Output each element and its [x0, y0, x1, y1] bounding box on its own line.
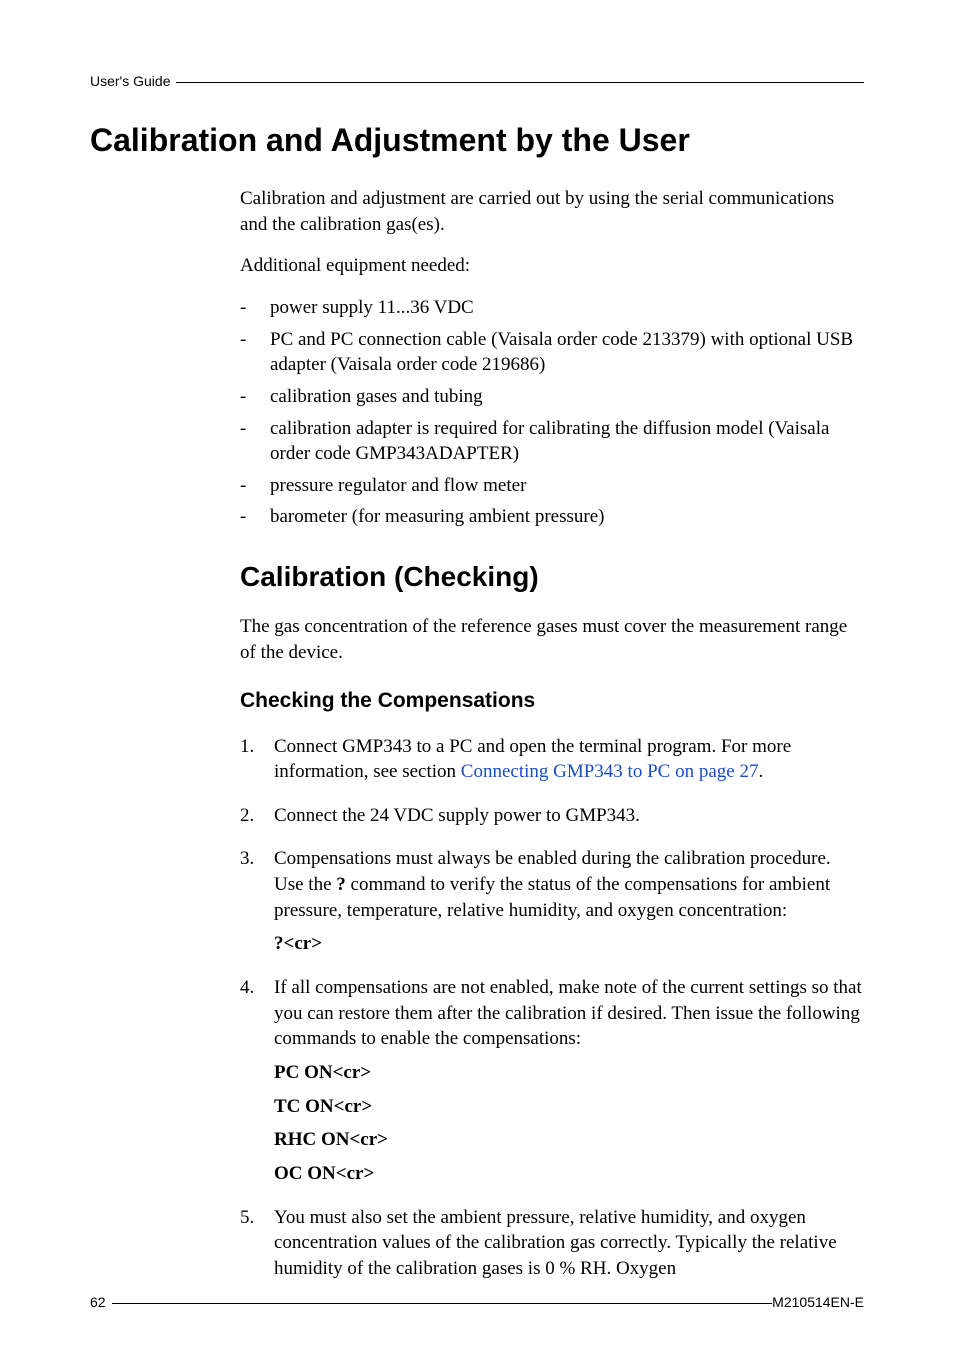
equip-item-1: PC and PC connection cable (Vaisala orde… [270, 327, 864, 378]
step-content: You must also set the ambient pressure, … [274, 1205, 864, 1290]
heading-2: Calibration (Checking) [240, 558, 864, 596]
calib-block: The gas concentration of the reference g… [240, 614, 864, 665]
step-2: 2. Connect the 24 VDC supply power to GM… [240, 803, 864, 837]
step-number: 2. [240, 803, 274, 829]
dash-marker: - [240, 295, 270, 321]
header-rule [176, 82, 864, 83]
step-1-para: Connect GMP343 to a PC and open the term… [274, 734, 864, 785]
step-3-text-b: command to verify the status of the comp… [274, 874, 830, 921]
running-header: User's Guide [90, 72, 864, 91]
step-4: 4. If all compensations are not enabled,… [240, 975, 864, 1194]
step-4-cmd-b: TC ON<cr> [274, 1094, 864, 1120]
step-number: 3. [240, 846, 274, 872]
step-4-cmd-a: PC ON<cr> [274, 1060, 864, 1086]
step-3-cmd: ?<cr> [274, 931, 864, 957]
step-content: Connect GMP343 to a PC and open the term… [274, 734, 864, 793]
step-3-q: ? [336, 874, 346, 895]
intro-para-1: Calibration and adjustment are carried o… [240, 186, 864, 237]
dash-marker: - [240, 473, 270, 499]
step-number: 4. [240, 975, 274, 1001]
step-number: 5. [240, 1205, 274, 1231]
list-item: -PC and PC connection cable (Vaisala ord… [240, 327, 864, 378]
equip-item-4: pressure regulator and flow meter [270, 473, 526, 499]
equip-item-3: calibration adapter is required for cali… [270, 416, 864, 467]
page-footer: 62 M210514EN-E [90, 1293, 864, 1312]
step-content: Connect the 24 VDC supply power to GMP34… [274, 803, 640, 837]
list-item: -pressure regulator and flow meter [240, 473, 864, 499]
list-item: -calibration adapter is required for cal… [240, 416, 864, 467]
document-id: M210514EN-E [772, 1293, 864, 1312]
footer-rule [112, 1303, 773, 1304]
step-5-para: You must also set the ambient pressure, … [274, 1205, 864, 1282]
list-item: -power supply 11...36 VDC [240, 295, 864, 321]
step-content: Compensations must always be enabled dur… [274, 846, 864, 965]
step-1: 1. Connect GMP343 to a PC and open the t… [240, 734, 864, 793]
step-3: 3. Compensations must always be enabled … [240, 846, 864, 965]
link-connecting-gmp343[interactable]: Connecting GMP343 to PC on page 27 [461, 761, 759, 782]
heading-1: Calibration and Adjustment by the User [90, 119, 864, 162]
dash-marker: - [240, 504, 270, 530]
step-1-text-b: . [758, 761, 763, 782]
list-item: -barometer (for measuring ambient pressu… [240, 504, 864, 530]
step-3-para: Compensations must always be enabled dur… [274, 846, 864, 923]
step-2-para: Connect the 24 VDC supply power to GMP34… [274, 803, 640, 829]
intro-block: Calibration and adjustment are carried o… [240, 186, 864, 530]
list-item: -calibration gases and tubing [240, 384, 864, 410]
steps-list: 1. Connect GMP343 to a PC and open the t… [240, 734, 864, 1290]
heading-3: Checking the Compensations [240, 687, 864, 715]
calib-para: The gas concentration of the reference g… [240, 614, 864, 665]
steps-block: 1. Connect GMP343 to a PC and open the t… [240, 734, 864, 1290]
step-4-para: If all compensations are not enabled, ma… [274, 975, 864, 1052]
intro-para-2: Additional equipment needed: [240, 253, 864, 279]
page-number: 62 [90, 1293, 106, 1312]
step-4-cmd-c: RHC ON<cr> [274, 1127, 864, 1153]
step-5: 5. You must also set the ambient pressur… [240, 1205, 864, 1290]
equip-item-2: calibration gases and tubing [270, 384, 483, 410]
running-header-title: User's Guide [90, 72, 170, 91]
dash-marker: - [240, 384, 270, 410]
equipment-list: -power supply 11...36 VDC -PC and PC con… [240, 295, 864, 530]
step-number: 1. [240, 734, 274, 760]
dash-marker: - [240, 416, 270, 442]
equip-item-5: barometer (for measuring ambient pressur… [270, 504, 604, 530]
page: User's Guide Calibration and Adjustment … [0, 0, 954, 1350]
equip-item-0: power supply 11...36 VDC [270, 295, 474, 321]
dash-marker: - [240, 327, 270, 353]
step-content: If all compensations are not enabled, ma… [274, 975, 864, 1194]
step-4-cmd-d: OC ON<cr> [274, 1161, 864, 1187]
